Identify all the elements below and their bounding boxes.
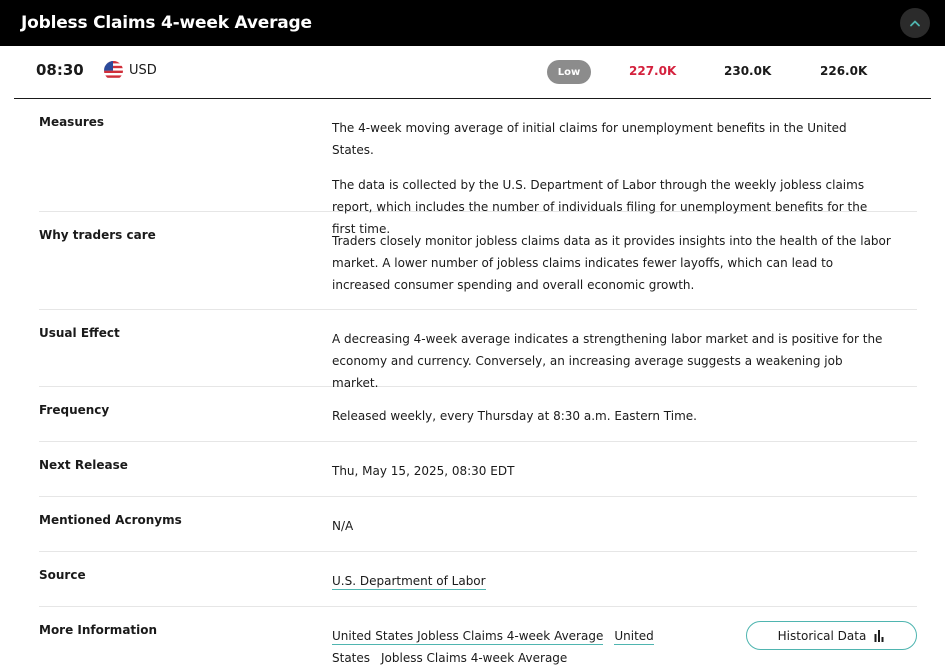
detail-text: A decreasing 4-week average indicates a … — [332, 332, 883, 390]
event-title: Jobless Claims 4-week Average — [21, 13, 312, 33]
detail-row-usual-effect: Usual Effect A decreasing 4-week average… — [39, 310, 917, 390]
detail-content: A decreasing 4-week average indicates a … — [332, 310, 892, 394]
detail-label: Mentioned Acronyms — [39, 513, 182, 527]
detail-row-measures: Measures The 4-week moving average of in… — [39, 99, 917, 236]
chevron-up-icon — [910, 20, 920, 27]
detail-text: Thu, May 15, 2025, 08:30 EDT — [332, 464, 515, 478]
detail-label: Why traders care — [39, 228, 156, 242]
historical-data-label: Historical Data — [777, 628, 867, 643]
previous-value: 226.0K — [820, 64, 868, 78]
more-info-link[interactable]: Jobless Claims 4-week Average — [381, 651, 568, 666]
more-info-link[interactable]: United States Jobless Claims 4-week Aver… — [332, 629, 604, 645]
detail-text: Traders closely monitor jobless claims d… — [332, 234, 891, 292]
bar-chart-icon — [874, 629, 884, 642]
actual-value: 227.0K — [629, 64, 677, 78]
detail-label: Source — [39, 568, 86, 582]
collapse-button[interactable] — [900, 8, 930, 38]
detail-row-frequency: Frequency Released weekly, every Thursda… — [39, 387, 917, 442]
detail-text: N/A — [332, 519, 354, 533]
detail-row-next-release: Next Release Thu, May 15, 2025, 08:30 ED… — [39, 442, 917, 497]
event-time: 08:30 — [36, 61, 84, 79]
detail-content: Traders closely monitor jobless claims d… — [332, 212, 892, 296]
source-link[interactable]: U.S. Department of Labor — [332, 574, 486, 590]
detail-text: The 4-week moving average of initial cla… — [332, 121, 847, 157]
impact-badge: Low — [547, 60, 591, 84]
detail-content: Thu, May 15, 2025, 08:30 EDT — [332, 442, 892, 482]
more-info-links: United States Jobless Claims 4-week Aver… — [332, 607, 662, 666]
detail-content: Released weekly, every Thursday at 8:30 … — [332, 387, 892, 427]
detail-label: Frequency — [39, 403, 110, 417]
event-details: Measures The 4-week moving average of in… — [39, 99, 917, 666]
detail-label: Next Release — [39, 458, 128, 472]
detail-label: Usual Effect — [39, 326, 120, 340]
detail-label: More Information — [39, 623, 158, 637]
historical-data-button[interactable]: Historical Data — [746, 621, 917, 650]
detail-row-mentioned-acronyms: Mentioned Acronyms N/A — [39, 497, 917, 552]
detail-row-why-traders-care: Why traders care Traders closely monitor… — [39, 212, 917, 310]
currency-label: USD — [129, 63, 157, 78]
detail-text: Released weekly, every Thursday at 8:30 … — [332, 409, 697, 423]
detail-content: N/A — [332, 497, 892, 537]
event-summary-row: 08:30 USD Low 227.0K 230.0K 226.0K — [14, 46, 931, 99]
us-flag-icon — [104, 61, 123, 80]
event-header: Jobless Claims 4-week Average — [0, 0, 945, 46]
forecast-value: 230.0K — [724, 64, 772, 78]
detail-content: U.S. Department of Labor — [332, 552, 892, 592]
detail-row-more-information: More Information United States Jobless C… — [39, 607, 917, 666]
detail-row-source: Source U.S. Department of Labor — [39, 552, 917, 607]
detail-label: Measures — [39, 115, 105, 129]
